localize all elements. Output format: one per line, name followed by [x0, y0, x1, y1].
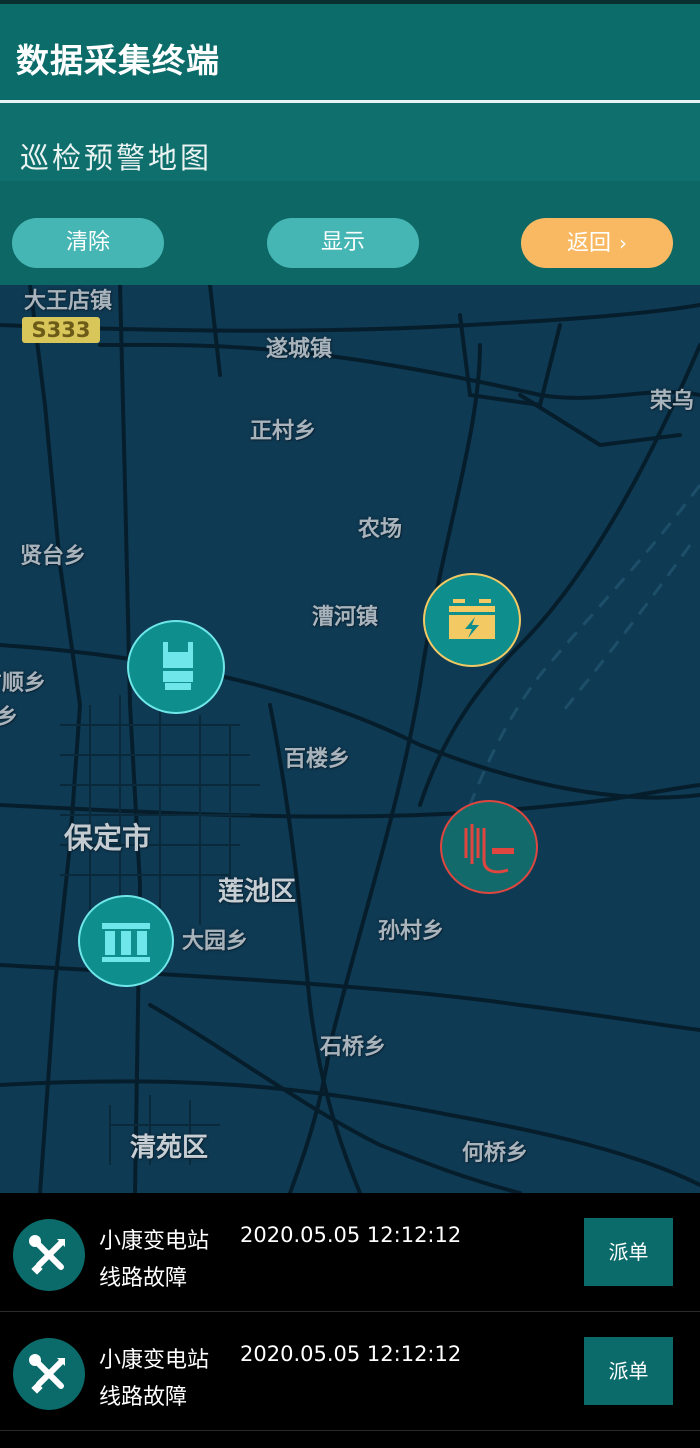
cable-marker[interactable]	[440, 800, 538, 894]
place-label: 大王店镇	[24, 289, 113, 314]
toolbar: 清除 显示 返回 ›	[0, 181, 700, 285]
alert-list: 小康变电站 2020.05.05 12:12:12 线路故障 派单 小康变电站 …	[0, 1193, 700, 1448]
dispatch-button[interactable]: 派单	[584, 1337, 673, 1405]
substation-icon	[102, 923, 150, 962]
place-label: 漕河镇	[312, 605, 379, 630]
alert-badge	[13, 1219, 85, 1291]
warning-map[interactable]: S333 大王店镇 遂城镇 正村乡 农场 贤台乡 漕河镇 方顺乡 乡 百楼乡 保…	[0, 285, 700, 1193]
transformer-marker[interactable]	[127, 620, 225, 714]
place-label: 石桥乡	[320, 1035, 387, 1060]
alert-time: 2020.05.05 12:12:12	[240, 1342, 462, 1366]
place-label: 正村乡	[250, 419, 317, 444]
alert-badge	[13, 1338, 85, 1410]
place-label: 莲池区	[218, 877, 297, 907]
cable-reel-icon	[464, 824, 514, 874]
place-label: 何桥乡	[462, 1141, 529, 1166]
place-label: 荣乌	[650, 389, 695, 414]
place-label: 百楼乡	[284, 747, 351, 772]
page-title: 巡检预警地图	[20, 141, 213, 175]
place-label: 方顺乡	[0, 671, 47, 696]
substation-marker[interactable]	[78, 895, 174, 987]
place-label: 大园乡	[182, 929, 249, 954]
alert-station: 小康变电站	[99, 1229, 210, 1254]
transformer-icon	[161, 642, 195, 690]
place-label: 乡	[0, 705, 19, 730]
place-label: 清苑区	[130, 1133, 209, 1163]
list-item[interactable]: 小康变电站 2020.05.05 12:12:12 线路故障 派单	[0, 1193, 700, 1312]
app-title: 数据采集终端	[16, 41, 220, 80]
battery-marker[interactable]	[423, 573, 521, 667]
page-subheader: 巡检预警地图	[0, 103, 700, 181]
list-item[interactable]: 小康变电站 2020.05.05 12:12:12 线路故障 派单	[0, 1312, 700, 1431]
place-label: 贤台乡	[20, 544, 87, 569]
show-button[interactable]: 显示	[267, 218, 419, 268]
app-header: 数据采集终端	[0, 0, 700, 100]
battery-charge-icon	[449, 599, 495, 639]
place-label: 农场	[358, 517, 403, 542]
road-badge: S333	[22, 317, 100, 343]
back-button[interactable]: 返回 ›	[521, 218, 673, 268]
alert-type: 线路故障	[99, 1266, 188, 1291]
dispatch-button[interactable]: 派单	[584, 1218, 673, 1286]
tools-icon	[29, 1235, 65, 1275]
back-button-label: 返回	[566, 231, 611, 256]
place-label: 遂城镇	[266, 337, 333, 362]
place-label: 保定市	[64, 821, 152, 855]
tools-icon	[29, 1354, 65, 1394]
place-label: 孙村乡	[378, 919, 445, 944]
alert-time: 2020.05.05 12:12:12	[240, 1223, 462, 1247]
alert-station: 小康变电站	[99, 1348, 210, 1373]
alert-type: 线路故障	[99, 1385, 188, 1410]
clear-button[interactable]: 清除	[12, 218, 164, 268]
chevron-right-icon: ›	[619, 231, 627, 255]
